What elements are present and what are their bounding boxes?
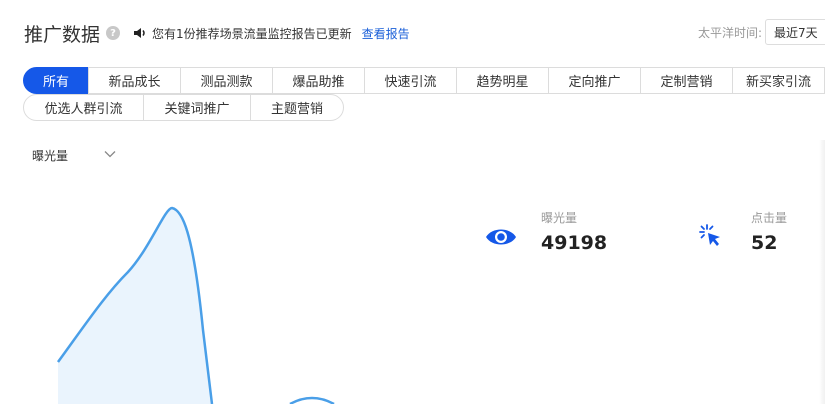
metric-select[interactable]: 曝光量 [32,147,68,164]
page-title: 推广数据 [24,23,101,46]
impressions-value: 49198 [541,232,608,254]
clicks-label: 点击量 [751,211,788,225]
impressions-label: 曝光量 [541,211,578,225]
tab-quick-traffic[interactable]: 快速引流 [364,67,457,94]
tab-hot-product-boost[interactable]: 爆品助推 [272,67,365,94]
timezone-label: 太平洋时间: [698,26,763,40]
tab-custom-marketing[interactable]: 定制营销 [640,67,733,94]
tab-theme-marketing[interactable]: 主题营销 [250,94,344,121]
tab-trend-star[interactable]: 趋势明星 [456,67,549,94]
tab-new-product-growth[interactable]: 新品成长 [88,67,181,94]
eye-icon [486,229,516,245]
tabs-row-1: 所有 新品成长 测品测款 爆品助推 快速引流 趋势明星 定向推广 定制营销 新买… [23,67,825,94]
tab-new-buyer-traffic[interactable]: 新买家引流 [732,67,825,94]
help-icon[interactable]: ? [106,26,121,40]
notice-text: 您有1份推荐场景流量监控报告已更新 [152,26,352,41]
tab-preferred-audience[interactable]: 优选人群引流 [23,94,144,121]
chart-line-secondary [289,396,335,404]
tab-all[interactable]: 所有 [23,67,89,94]
chevron-down-icon[interactable] [104,148,116,160]
impressions-chart [56,206,335,404]
header: 推广数据 ? 您有1份推荐场景流量监控报告已更新 查看报告 [24,18,410,48]
scroll-shadow [819,140,825,404]
date-range-select[interactable]: 最近7天 [765,19,825,45]
tab-targeted-promotion[interactable]: 定向推广 [548,67,641,94]
tabs-row-2: 优选人群引流 关键词推广 主题营销 [23,94,344,121]
speaker-icon [134,28,145,38]
tab-product-testing[interactable]: 测品测款 [180,67,273,94]
click-pointer-icon [699,224,720,246]
view-report-link[interactable]: 查看报告 [362,25,410,42]
tab-keyword-promotion[interactable]: 关键词推广 [143,94,251,121]
clicks-value: 52 [751,232,778,254]
